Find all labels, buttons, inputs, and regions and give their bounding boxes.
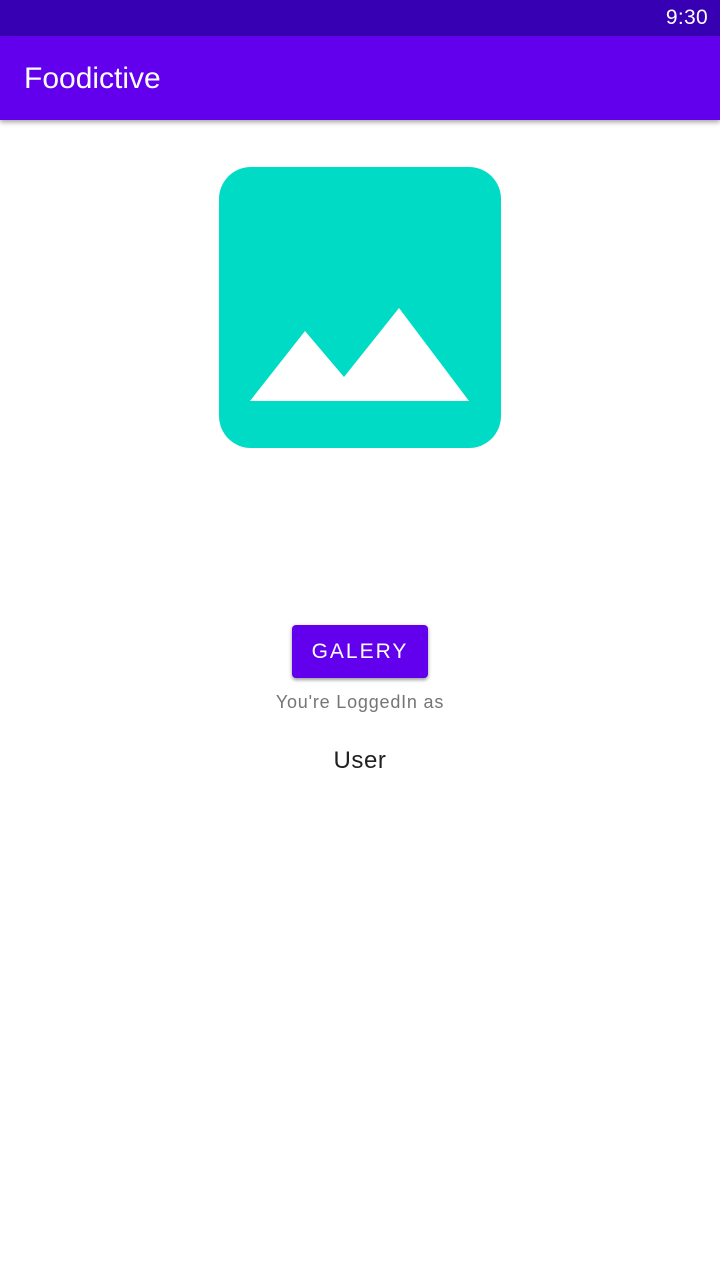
status-bar: 9:30 — [0, 0, 720, 36]
username-label: User — [333, 747, 387, 774]
app-bar: Foodictive — [0, 36, 720, 120]
app-title: Foodictive — [24, 62, 161, 95]
logged-in-label: You're LoggedIn as — [275, 692, 445, 712]
image-placeholder-icon — [219, 167, 501, 448]
image-placeholder-background — [219, 167, 501, 448]
status-time: 9:30 — [665, 6, 708, 29]
galery-button[interactable]: GALERY — [292, 625, 428, 678]
